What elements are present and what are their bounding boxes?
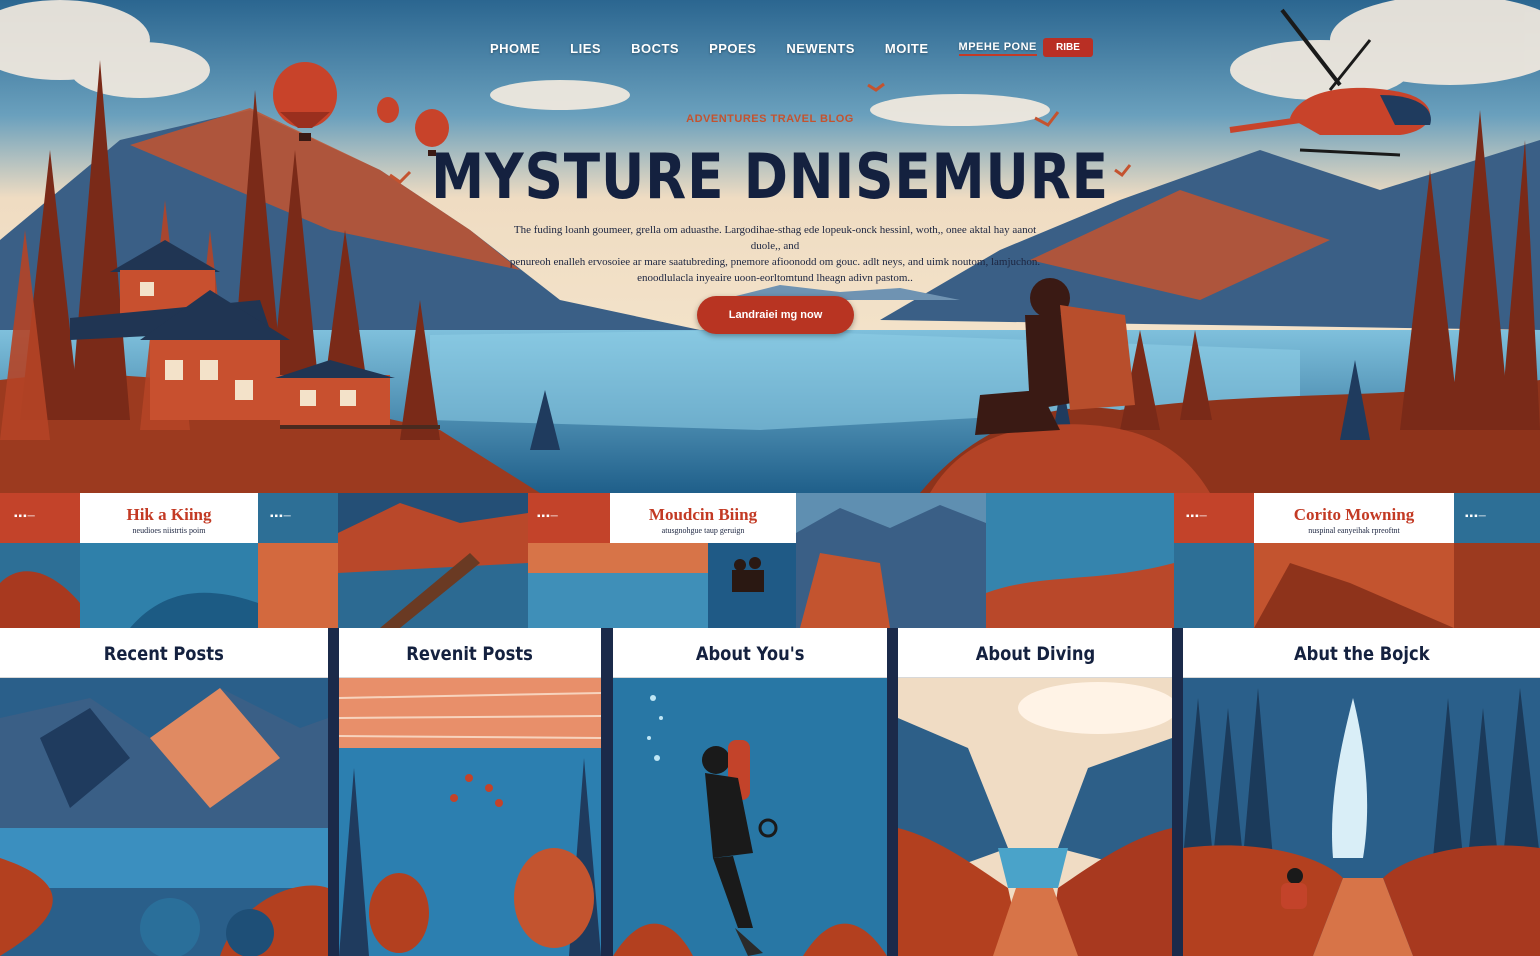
- post-card-about-diving[interactable]: About Diving: [898, 628, 1172, 956]
- activity-strip: ▪▪▪─ ▪▪▪─ ▪▪▪─ ▪▪▪─ ▪▪▪─ Hik a Kiing neu…: [0, 493, 1540, 628]
- canyon-path-illustration: [898, 678, 1172, 956]
- hero-description-line: penureoh enalleh ervosoiee ar mare saatu…: [509, 256, 1041, 268]
- card-title-text: Revenit Posts: [406, 643, 534, 665]
- post-card-title[interactable]: Recent Posts: [0, 628, 328, 678]
- hero-description: The fuding loanh goumeer, grella om adua…: [505, 222, 1045, 286]
- strip-badge: ▪▪▪─: [14, 511, 36, 522]
- strip-badge: ▪▪▪─: [270, 511, 292, 522]
- hero-description-line: enoodlulacla inyeaire uoon-eorltomtund l…: [637, 272, 913, 284]
- strip-badge: ▪▪▪─: [537, 511, 559, 522]
- nav-menu: PHOME LIES BOCTS PPOES NEWENTS MOITE MPE…: [490, 38, 1067, 58]
- card-title-text: About Diving: [975, 643, 1095, 665]
- activity-subtitle: atusgnohgue taup geruign: [661, 526, 745, 535]
- post-card-about-the-bojck[interactable]: Abut the Bojck: [1183, 628, 1540, 956]
- nav-item-newents[interactable]: NEWENTS: [786, 41, 855, 56]
- activity-title: Hik a Kiing: [126, 505, 212, 524]
- activity-label-mountain-biking[interactable]: Moudcin Biing atusgnohgue taup geruign: [610, 493, 796, 543]
- nav-item-lies[interactable]: LIES: [570, 41, 601, 56]
- activity-title: Corito Mowning: [1293, 505, 1415, 524]
- hero-section: PHOME LIES BOCTS PPOES NEWENTS MOITE MPE…: [0, 0, 1540, 493]
- nav-cta-button[interactable]: RIBE: [1043, 38, 1093, 57]
- forest-geyser-illustration: [1183, 678, 1540, 956]
- nav-item-bocts[interactable]: BOCTS: [631, 41, 679, 56]
- activity-subtitle: neudioes niistrtis poim: [132, 526, 206, 535]
- card-title-text: Abut the Bojck: [1293, 643, 1430, 665]
- post-card-title[interactable]: Revenit Posts: [339, 628, 601, 678]
- post-card-revenit-posts[interactable]: Revenit Posts: [339, 628, 601, 956]
- hero-description-line: The fuding loanh goumeer, grella om adua…: [513, 224, 1037, 252]
- post-card-title[interactable]: Abut the Bojck: [1183, 628, 1540, 678]
- nav-item-mpehe-pone[interactable]: MPEHE PONE: [958, 41, 1037, 56]
- nav-item-moite[interactable]: MOITE: [885, 41, 929, 56]
- card-title-text: About You's: [695, 643, 805, 665]
- post-card-title[interactable]: About Diving: [898, 628, 1172, 678]
- scuba-diver-icon: [613, 678, 887, 956]
- post-card-title[interactable]: About You's: [613, 628, 887, 678]
- activity-title: Moudcin Biing: [648, 505, 758, 524]
- card-title-text: Recent Posts: [103, 643, 225, 665]
- activity-subtitle: nuspinal eanyeihak rpreoftnt: [1308, 526, 1400, 535]
- strip-badge: ▪▪▪─: [1465, 511, 1487, 522]
- underwater-reef-illustration: [339, 678, 601, 956]
- nav-item-ppoes[interactable]: PPOES: [709, 41, 756, 56]
- hero-cta-button[interactable]: Landraiei mg now: [697, 296, 854, 334]
- activity-label-corito-mowning[interactable]: Corito Mowning nuspinal eanyeihak rpreof…: [1254, 493, 1454, 543]
- nav-item-home[interactable]: PHOME: [490, 41, 540, 56]
- post-card-about-you[interactable]: About You's: [613, 628, 887, 956]
- post-card-recent-posts[interactable]: Recent Posts: [0, 628, 328, 956]
- hero-title: MYSTURE DNISEMURE: [431, 140, 1109, 213]
- hero-kicker: ADVENTURES TRAVEL BLOG: [686, 113, 854, 125]
- strip-badge: ▪▪▪─: [1186, 511, 1208, 522]
- activity-label-hiking[interactable]: Hik a Kiing neudioes niistrtis poim: [80, 493, 258, 543]
- mountain-lake-illustration: [0, 678, 328, 956]
